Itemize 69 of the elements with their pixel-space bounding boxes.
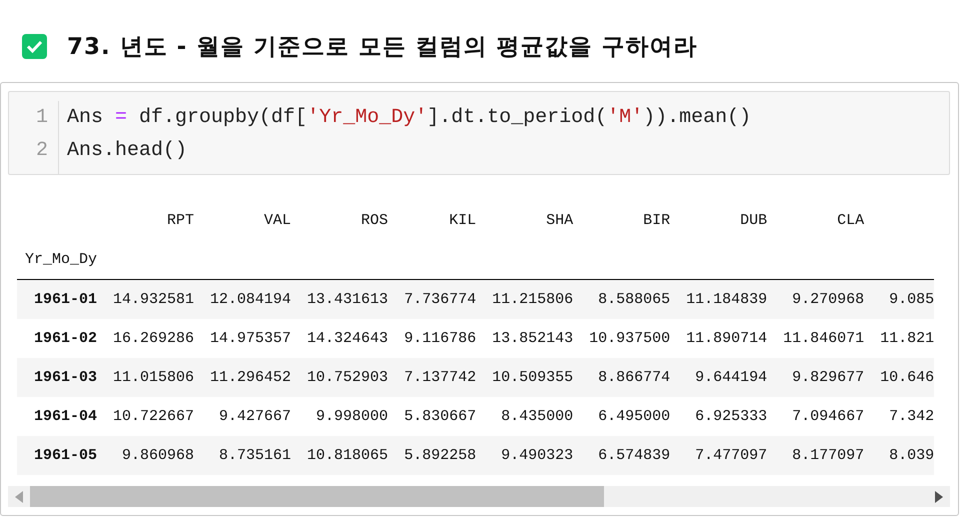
table-cell: 10.937500 (589, 330, 670, 347)
code-line: Ans = df.groupby(df['Yr_Mo_Dy'].dt.to_period('M')).mean() (67, 105, 752, 131)
table-cell: 11.821 (880, 330, 934, 347)
scroll-right-icon[interactable] (935, 490, 943, 502)
table-cell: 16.269286 (113, 330, 194, 347)
column-header: RPT (167, 212, 194, 229)
table-cell: 5.892258 (404, 447, 476, 464)
row-index: 1961-02 (34, 330, 98, 347)
table-cell: 7.342 (889, 408, 934, 425)
table-cell: 14.932581 (113, 291, 194, 308)
table-cell: 14.975357 (210, 330, 292, 347)
table-cell: 11.015806 (113, 369, 194, 386)
table-cell: 7.137742 (404, 369, 476, 386)
table-cell: 9.116786 (404, 330, 476, 347)
column-header: SHA (546, 212, 574, 229)
code-line: Ans.head() (67, 138, 188, 164)
table-cell: 6.925333 (695, 408, 768, 425)
column-header: DUB (740, 212, 768, 229)
table-cell: 8.039 (889, 447, 934, 464)
table-cell: 5.830667 (404, 408, 476, 425)
table-cell: 8.435000 (501, 408, 574, 425)
table-cell: 7.477097 (695, 447, 768, 464)
table-cell: 8.735161 (219, 447, 292, 464)
row-index: 1961-04 (34, 408, 98, 425)
column-header: KIL (449, 212, 476, 229)
table-cell: 12.084194 (210, 291, 292, 308)
table-cell: 10.752903 (307, 369, 388, 386)
table-cell: 8.866774 (598, 369, 670, 386)
table-cell: 10.509355 (492, 369, 574, 386)
scroll-left-icon[interactable] (15, 490, 23, 502)
code-editor[interactable]: 1 2 Ans = df.groupby(df['Yr_Mo_Dy'].dt.to_period('M')).mean() Ans.head() (8, 91, 950, 175)
table-cell: 10.722667 (113, 408, 194, 425)
row-index: 1961-01 (34, 291, 98, 308)
table-cell: 11.890714 (686, 330, 768, 347)
scrollbar-thumb[interactable] (30, 486, 604, 507)
table-cell: 9.427667 (219, 408, 292, 425)
table-cell: 8.588065 (598, 291, 670, 308)
row-index: 1961-05 (34, 447, 98, 464)
table-cell: 9.085 (889, 291, 934, 308)
table-cell: 11.846071 (783, 330, 864, 347)
table-cell: 14.324643 (307, 330, 388, 347)
table-cell: 8.177097 (792, 447, 864, 464)
column-header: ROS (361, 212, 388, 229)
table-cell: 11.184839 (686, 291, 768, 308)
row-index: 1961-03 (34, 369, 98, 386)
horizontal-scrollbar[interactable] (8, 486, 950, 507)
table-cell: 13.852143 (492, 330, 574, 347)
index-name: Yr_Mo_Dy (25, 251, 98, 268)
table-cell: 9.829677 (792, 369, 864, 386)
table-cell: 10.818065 (307, 447, 388, 464)
table-cell: 6.495000 (598, 408, 670, 425)
table-cell: 9.644194 (695, 369, 768, 386)
table-cell: 13.431613 (307, 291, 388, 308)
table-cell: 11.215806 (492, 291, 574, 308)
table-cell: 6.574839 (598, 447, 670, 464)
table-cell: 9.998000 (316, 408, 388, 425)
line-number: 2 (34, 138, 48, 164)
column-header: VAL (264, 212, 292, 229)
column-header: CLA (837, 212, 864, 229)
column-header: BIR (643, 212, 670, 229)
table-cell: 10.646 (880, 369, 934, 386)
line-number: 1 (34, 105, 48, 131)
table-cell: 7.094667 (792, 408, 864, 425)
section-title: 73. 년도 - 월을 기준으로 모든 컬럼의 평균값을 구하여라 (67, 33, 698, 62)
table-cell: 9.860968 (122, 447, 194, 464)
table-cell: 7.736774 (404, 291, 476, 308)
table-cell: 9.490323 (501, 447, 574, 464)
table-cell: 9.270968 (792, 291, 864, 308)
table-cell: 11.296452 (210, 369, 292, 386)
